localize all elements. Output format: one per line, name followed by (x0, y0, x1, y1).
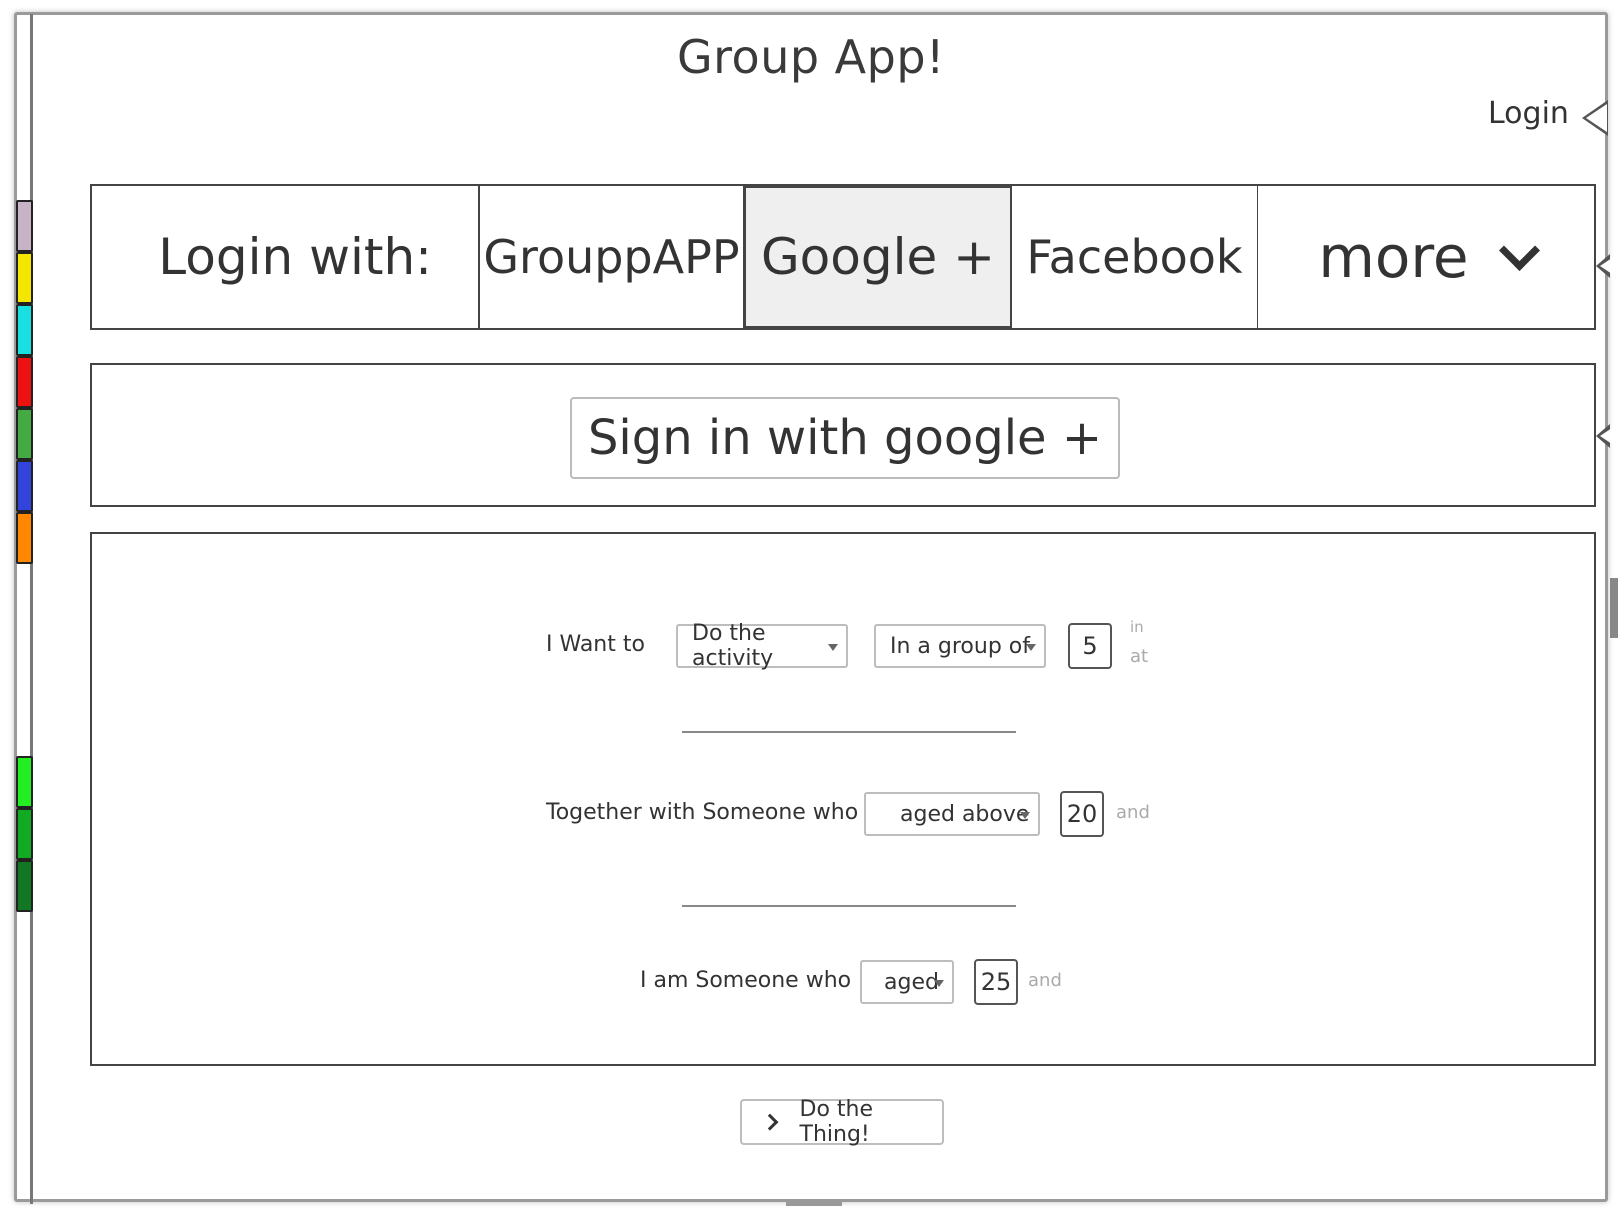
page-title: Group App! (677, 30, 945, 84)
row-divider (682, 731, 1016, 733)
tab-more[interactable]: more (1258, 186, 1594, 328)
color-tab-dark-green[interactable] (16, 860, 33, 912)
do-the-thing-label: Do the Thing! (799, 1097, 874, 1147)
preferences-form: I Want to Do the activity In a group of … (90, 532, 1596, 1066)
right-edge-handle[interactable] (1610, 578, 1618, 638)
login-link[interactable]: Login (1488, 96, 1569, 131)
partner-age-rule-select[interactable]: aged above (864, 792, 1040, 836)
signin-google-button[interactable]: Sign in with google + (570, 397, 1120, 479)
color-tab-cyan[interactable] (16, 304, 33, 356)
tab-facebook[interactable]: Facebook (1012, 186, 1258, 328)
login-tab-bar: Login with: GrouppAPP Google + Facebook … (90, 184, 1596, 330)
partner-age-input[interactable]: 20 (1060, 791, 1104, 837)
i-am-label: I am Someone who is (640, 968, 876, 993)
signin-panel: Sign in with google + (90, 363, 1596, 507)
caret-down-icon (1020, 812, 1030, 819)
chevron-down-icon (1498, 229, 1540, 271)
own-age-input[interactable]: 25 (974, 959, 1018, 1005)
collapse-arrow-icon[interactable] (1596, 252, 1621, 280)
together-with-label: Together with Someone who is (546, 800, 883, 825)
color-tab-lilac[interactable] (16, 200, 33, 252)
tab-google-plus[interactable]: Google + (744, 186, 1012, 328)
left-edge-line (30, 14, 33, 1204)
partner-age-rule-value: aged above (900, 801, 1030, 827)
activity-select[interactable]: Do the activity (676, 621, 848, 671)
row2-tail: and (1116, 802, 1150, 823)
own-age-rule-value: aged (884, 969, 939, 995)
want-to-label: I Want to (546, 632, 645, 657)
group-size-input[interactable]: 5 (1068, 623, 1112, 669)
tab-more-label: more (1318, 223, 1469, 291)
row1-tail-top: in (1130, 618, 1144, 636)
color-tab-blue[interactable] (16, 460, 33, 512)
row1-tail-bottom: at (1130, 646, 1149, 667)
collapse-arrow-icon[interactable] (1582, 100, 1608, 136)
activity-select-value: Do the activity (692, 621, 774, 671)
tab-groupapp[interactable]: GrouppAPP (478, 186, 744, 328)
bottom-edge-handle[interactable] (786, 1200, 842, 1206)
login-with-label: Login with: (158, 228, 432, 286)
row-divider (682, 905, 1016, 907)
color-tab-red[interactable] (16, 356, 33, 408)
chevron-right-icon (761, 1113, 779, 1131)
color-tab-green[interactable] (16, 408, 33, 460)
caret-down-icon (934, 980, 944, 987)
do-the-thing-button[interactable]: Do the Thing! (740, 1097, 944, 1147)
group-select[interactable]: In a group of (874, 624, 1046, 668)
own-age-rule-select[interactable]: aged (860, 960, 954, 1004)
color-tab-yellow[interactable] (16, 252, 33, 304)
color-tab-lime[interactable] (16, 756, 33, 808)
color-tab-orange[interactable] (16, 512, 33, 564)
collapse-arrow-icon[interactable] (1596, 422, 1621, 450)
group-select-value: In a group of (890, 633, 1030, 659)
caret-down-icon (828, 644, 838, 651)
color-tab-mid-green[interactable] (16, 808, 33, 860)
row3-tail: and (1028, 970, 1062, 991)
caret-down-icon (1026, 644, 1036, 651)
